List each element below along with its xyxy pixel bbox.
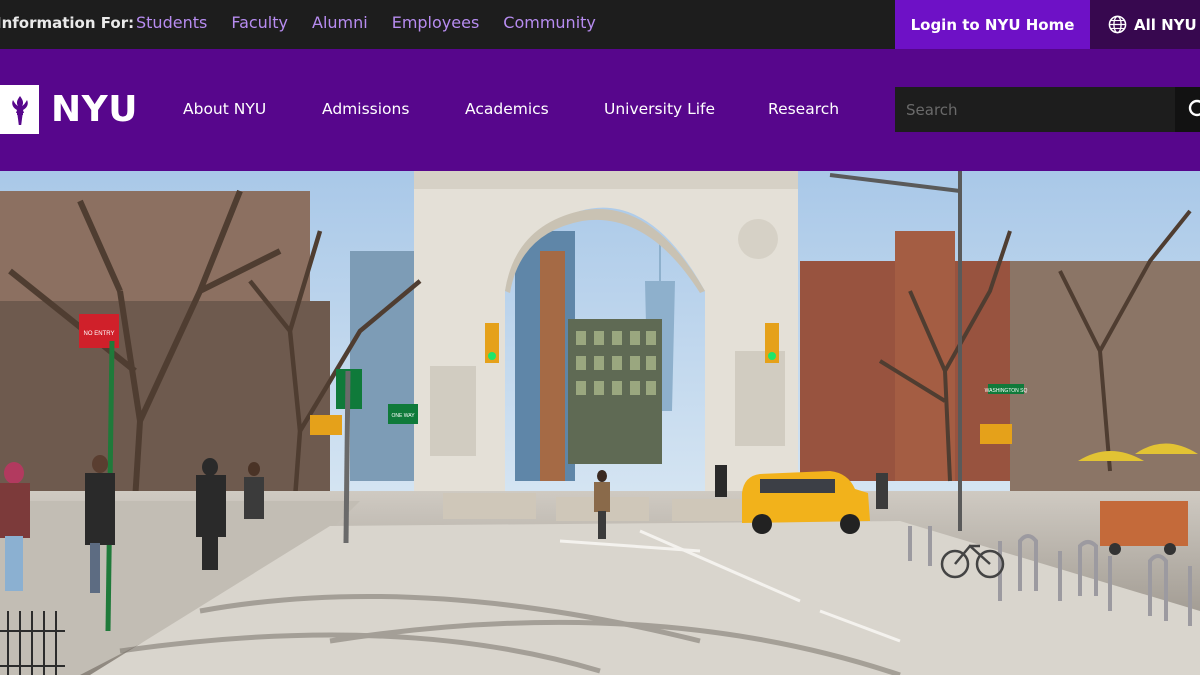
washington-square-scene: NO ENTRY ONE WAY WASHINGTON SQ bbox=[0, 171, 1200, 675]
torch-icon bbox=[11, 95, 28, 125]
nav-university-life[interactable]: University Life bbox=[604, 100, 715, 118]
audience-links: Students Faculty Alumni Employees Commun… bbox=[136, 13, 596, 32]
search-button[interactable] bbox=[1175, 87, 1200, 132]
audience-link-employees[interactable]: Employees bbox=[392, 13, 480, 32]
nav-admissions[interactable]: Admissions bbox=[322, 100, 409, 118]
left-tree-mass bbox=[0, 301, 330, 491]
washington-sq-sign-text: WASHINGTON SQ bbox=[985, 388, 1028, 394]
nyu-logo[interactable]: NYU bbox=[0, 85, 138, 134]
hero-image: NO ENTRY ONE WAY WASHINGTON SQ bbox=[0, 171, 1200, 675]
sign-pole-mid bbox=[343, 370, 351, 544]
torch-logo-box bbox=[0, 85, 39, 134]
globe-icon bbox=[1108, 15, 1127, 34]
audience-link-community[interactable]: Community bbox=[503, 13, 596, 32]
nav-research[interactable]: Research bbox=[768, 100, 839, 118]
search-icon bbox=[1188, 99, 1200, 116]
all-nyu-label: All NYU bbox=[1134, 15, 1197, 34]
glass-tower-left bbox=[350, 251, 420, 481]
brick-tower bbox=[540, 251, 565, 481]
nyu-wordmark: NYU bbox=[51, 89, 138, 130]
all-nyu-button[interactable]: All NYU bbox=[1090, 0, 1200, 49]
right-tower bbox=[895, 231, 955, 481]
main-header: NYU About NYU Admissions Academics Unive… bbox=[0, 49, 1200, 171]
one-way-sign-text: ONE WAY bbox=[391, 413, 415, 419]
nav-academics[interactable]: Academics bbox=[465, 100, 549, 118]
audience-link-faculty[interactable]: Faculty bbox=[231, 13, 288, 32]
login-nyu-home-button[interactable]: Login to NYU Home bbox=[895, 0, 1090, 49]
no-entry-sign-text: NO ENTRY bbox=[84, 331, 115, 337]
nav-about-nyu[interactable]: About NYU bbox=[183, 100, 266, 118]
search-input[interactable] bbox=[895, 87, 1175, 132]
audience-link-alumni[interactable]: Alumni bbox=[312, 13, 368, 32]
utility-bar: Information For: Students Faculty Alumni… bbox=[0, 0, 1200, 49]
audience-link-students[interactable]: Students bbox=[136, 13, 207, 32]
information-for-label: Information For: bbox=[0, 14, 135, 32]
login-button-label: Login to NYU Home bbox=[910, 15, 1075, 34]
